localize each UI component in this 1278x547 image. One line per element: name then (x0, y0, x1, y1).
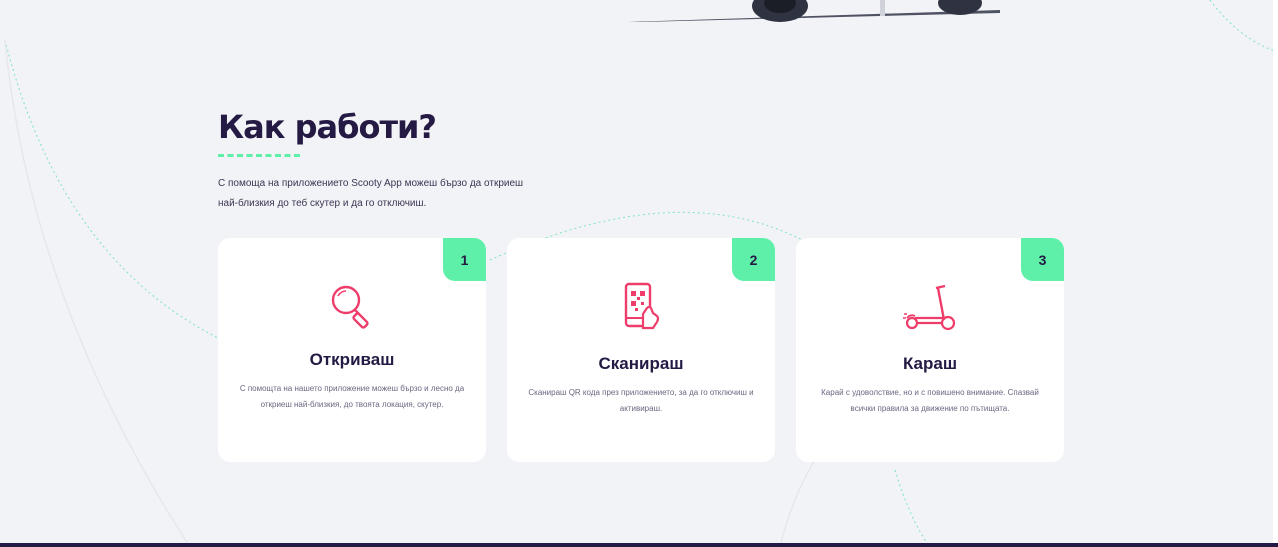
step-description: Сканираш QR кода през приложението, за д… (528, 388, 754, 413)
page-edge (1273, 0, 1278, 547)
step-title: Караш (902, 354, 958, 373)
step-description: С помощта на нашето приложение можеш бър… (239, 384, 465, 409)
step-number-badge: 1 (443, 238, 486, 281)
scooter-icon (900, 278, 960, 338)
step-number-badge: 3 (1021, 238, 1064, 281)
step-card-scan: 2 Сканираш Сканираш QR кода през приложе… (507, 238, 775, 462)
footer-border (0, 543, 1278, 547)
how-it-works-section: Как работи? С помоща на приложението Sco… (0, 0, 1278, 547)
section-intro: С помоща на приложението Scooty App може… (218, 178, 524, 209)
phone-qr-icon (611, 278, 671, 338)
step-card-ride: 3 Караш Карай с удоволствие, но и с пови… (796, 238, 1064, 462)
step-title: Откриваш (309, 350, 395, 369)
scooter-image (628, 0, 1000, 22)
step-number-badge: 2 (732, 238, 775, 281)
title-underline (218, 154, 300, 157)
section-title: Как работи? (218, 108, 437, 146)
step-title: Сканираш (598, 354, 684, 373)
magnifier-icon (322, 278, 382, 338)
steps-list: 1 Откриваш С помощта на нашето приложени… (218, 238, 1064, 462)
step-card-find: 1 Откриваш С помощта на нашето приложени… (218, 238, 486, 462)
step-description: Карай с удоволствие, но и с повишено вни… (821, 388, 1039, 413)
